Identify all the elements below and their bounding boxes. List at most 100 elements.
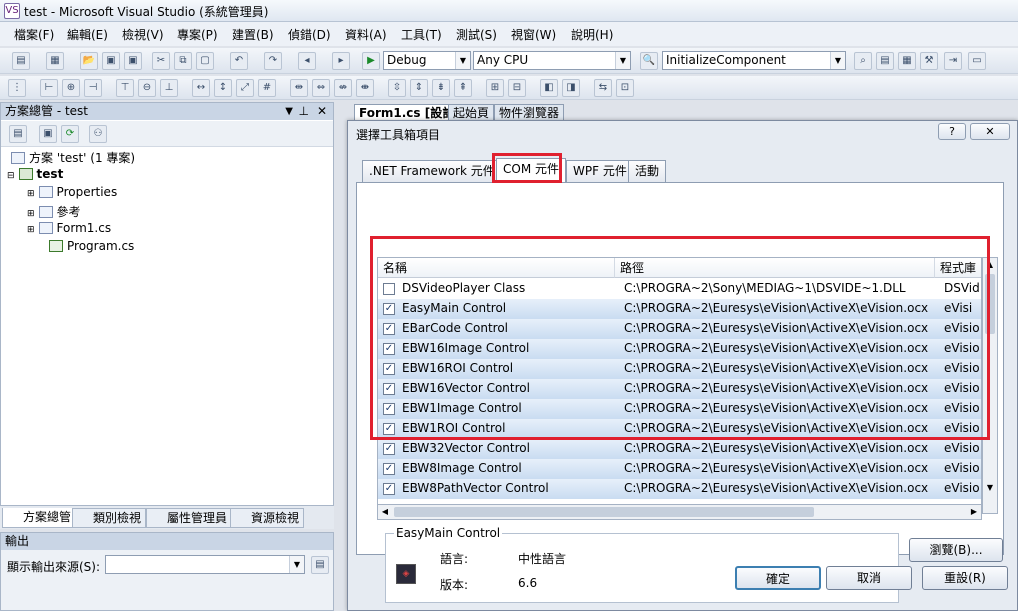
scroll-down-icon[interactable]: ▼ — [983, 481, 997, 495]
output-source-select[interactable]: ▼ — [105, 555, 305, 574]
align-bottoms-icon[interactable]: ⊥ — [160, 79, 178, 97]
align-middles-icon[interactable]: ⊖ — [138, 79, 156, 97]
scroll-right-icon[interactable]: ▶ — [967, 505, 981, 519]
auto-hide-pin-icon[interactable]: ⊥ — [299, 103, 309, 120]
browse-button[interactable]: 瀏覽(B)... — [909, 538, 1003, 562]
menu-file[interactable]: 檔案(F) — [14, 26, 54, 43]
navigate-forward-icon[interactable]: ▸ — [332, 52, 350, 70]
properties-icon[interactable]: ▤ — [9, 125, 27, 143]
start-page-icon[interactable]: ⇥ — [944, 52, 962, 70]
remove-spacing-icon[interactable]: ⇼ — [356, 79, 374, 97]
cancel-button[interactable]: 取消 — [826, 566, 912, 590]
scroll-thumb[interactable] — [394, 507, 814, 517]
align-lefts-icon[interactable]: ⊢ — [40, 79, 58, 97]
align-centers-icon[interactable]: ⊕ — [62, 79, 80, 97]
increase-vertical-spacing-icon[interactable]: ⇕ — [410, 79, 428, 97]
increase-spacing-icon[interactable]: ⇔ — [312, 79, 330, 97]
find-combo[interactable]: InitializeComponent ▼ — [662, 51, 846, 70]
close-icon[interactable]: ✕ — [317, 103, 327, 120]
save-all-icon[interactable]: ▣ — [124, 52, 142, 70]
vertical-spacing-icon[interactable]: ⇳ — [388, 79, 406, 97]
bring-to-front-icon[interactable]: ◧ — [540, 79, 558, 97]
row-checkbox[interactable]: ✓ — [383, 483, 395, 495]
horizontal-scrollbar[interactable]: ◀ ▶ — [377, 504, 982, 520]
find-icon[interactable]: ⌕ — [854, 52, 872, 70]
menu-test[interactable]: 測試(S) — [456, 26, 497, 43]
tab-solution-explorer[interactable]: 方案總管 — [2, 508, 77, 528]
start-debugging-icon[interactable]: ▶ — [362, 52, 380, 70]
tree-item-references[interactable]: ⊞ 參考 — [27, 203, 81, 220]
tab-class-view[interactable]: 類別檢視 — [72, 508, 147, 528]
expand-icon[interactable]: ⊞ — [27, 189, 35, 199]
tree-solution[interactable]: 方案 'test' (1 專案) — [11, 149, 135, 166]
table-row[interactable]: ✓ EBW32Vector Control C:\PROGRA~2\Euresys\… — [378, 439, 981, 459]
ok-button[interactable]: 確定 — [735, 566, 821, 590]
center-horizontally-icon[interactable]: ⊞ — [486, 79, 504, 97]
undo-icon[interactable]: ↶ — [230, 52, 248, 70]
add-item-icon[interactable]: ▦ — [46, 52, 64, 70]
new-project-icon[interactable]: ▤ — [12, 52, 30, 70]
center-vertically-icon[interactable]: ⊟ — [508, 79, 526, 97]
size-to-grid-icon[interactable]: # — [258, 79, 276, 97]
find-in-files-icon[interactable]: 🔍 — [640, 52, 658, 70]
menu-debug[interactable]: 偵錯(D) — [288, 26, 331, 43]
expand-icon[interactable]: ⊞ — [27, 209, 35, 219]
make-same-width-icon[interactable]: ↔ — [192, 79, 210, 97]
horizontal-spacing-icon[interactable]: ⇹ — [290, 79, 308, 97]
tab-wpf-components[interactable]: WPF 元件 — [566, 160, 634, 182]
make-same-height-icon[interactable]: ↕ — [214, 79, 232, 97]
align-to-grid-icon[interactable]: ⋮ — [8, 79, 26, 97]
tab-resource-view[interactable]: 資源檢視 — [230, 508, 305, 528]
help-button[interactable]: ? — [938, 123, 966, 140]
close-button[interactable]: ✕ — [970, 123, 1010, 140]
send-to-back-icon[interactable]: ◨ — [562, 79, 580, 97]
toolbox-icon[interactable]: ⚒ — [920, 52, 938, 70]
copy-icon[interactable]: ⧉ — [174, 52, 192, 70]
remove-vertical-spacing-icon[interactable]: ⇞ — [454, 79, 472, 97]
tab-dotnet-components[interactable]: .NET Framework 元件 — [362, 160, 502, 182]
solution-configuration-select[interactable]: Debug ▼ — [383, 51, 471, 70]
table-row[interactable]: ✓ EBW8PathVector Control C:\PROGRA~2\Eures… — [378, 479, 981, 499]
menu-project[interactable]: 專案(P) — [177, 26, 218, 43]
navigate-backward-icon[interactable]: ◂ — [298, 52, 316, 70]
paste-icon[interactable]: ▢ — [196, 52, 214, 70]
solution-platform-select[interactable]: Any CPU ▼ — [473, 51, 631, 70]
tab-activities[interactable]: 活動 — [628, 160, 667, 182]
refresh-icon[interactable]: ⟳ — [61, 125, 79, 143]
tree-project[interactable]: ⊟ test — [7, 167, 63, 181]
menu-tools[interactable]: 工具(T) — [401, 26, 442, 43]
tree-item-program[interactable]: Program.cs — [49, 239, 134, 253]
collapse-icon[interactable]: ⊟ — [7, 171, 15, 181]
tree-item-properties[interactable]: ⊞ Properties — [27, 185, 117, 199]
menu-edit[interactable]: 編輯(E) — [67, 26, 108, 43]
properties-window-icon[interactable]: ▦ — [898, 52, 916, 70]
align-tops-icon[interactable]: ⊤ — [116, 79, 134, 97]
open-file-icon[interactable]: 📂 — [80, 52, 98, 70]
lock-controls-icon[interactable]: ⊡ — [616, 79, 634, 97]
tab-property-manager[interactable]: 屬性管理員 — [146, 508, 233, 528]
redo-icon[interactable]: ↷ — [264, 52, 282, 70]
output-toolbar-icon[interactable]: ▤ — [311, 556, 329, 574]
reset-button[interactable]: 重設(R) — [922, 566, 1008, 590]
menu-data[interactable]: 資料(A) — [345, 26, 387, 43]
decrease-vertical-spacing-icon[interactable]: ⇟ — [432, 79, 450, 97]
save-icon[interactable]: ▣ — [102, 52, 120, 70]
row-checkbox[interactable]: ✓ — [383, 463, 395, 475]
scroll-left-icon[interactable]: ◀ — [378, 505, 392, 519]
row-checkbox[interactable]: ✓ — [383, 443, 395, 455]
cut-icon[interactable]: ✂ — [152, 52, 170, 70]
menu-view[interactable]: 檢視(V) — [122, 26, 164, 43]
show-all-files-icon[interactable]: ▣ — [39, 125, 57, 143]
command-window-icon[interactable]: ▭ — [968, 52, 986, 70]
panel-dropdown-icon[interactable]: ▼ — [285, 103, 293, 120]
tree-item-form1[interactable]: ⊞ Form1.cs — [27, 221, 111, 235]
decrease-spacing-icon[interactable]: ⇎ — [334, 79, 352, 97]
align-rights-icon[interactable]: ⊣ — [84, 79, 102, 97]
make-same-size-icon[interactable]: ⤢ — [236, 79, 254, 97]
menu-help[interactable]: 說明(H) — [571, 26, 613, 43]
menu-build[interactable]: 建置(B) — [232, 26, 274, 43]
tab-order-icon[interactable]: ⇆ — [594, 79, 612, 97]
expand-icon[interactable]: ⊞ — [27, 225, 35, 235]
class-diagram-icon[interactable]: ⚇ — [89, 125, 107, 143]
solution-explorer-icon[interactable]: ▤ — [876, 52, 894, 70]
